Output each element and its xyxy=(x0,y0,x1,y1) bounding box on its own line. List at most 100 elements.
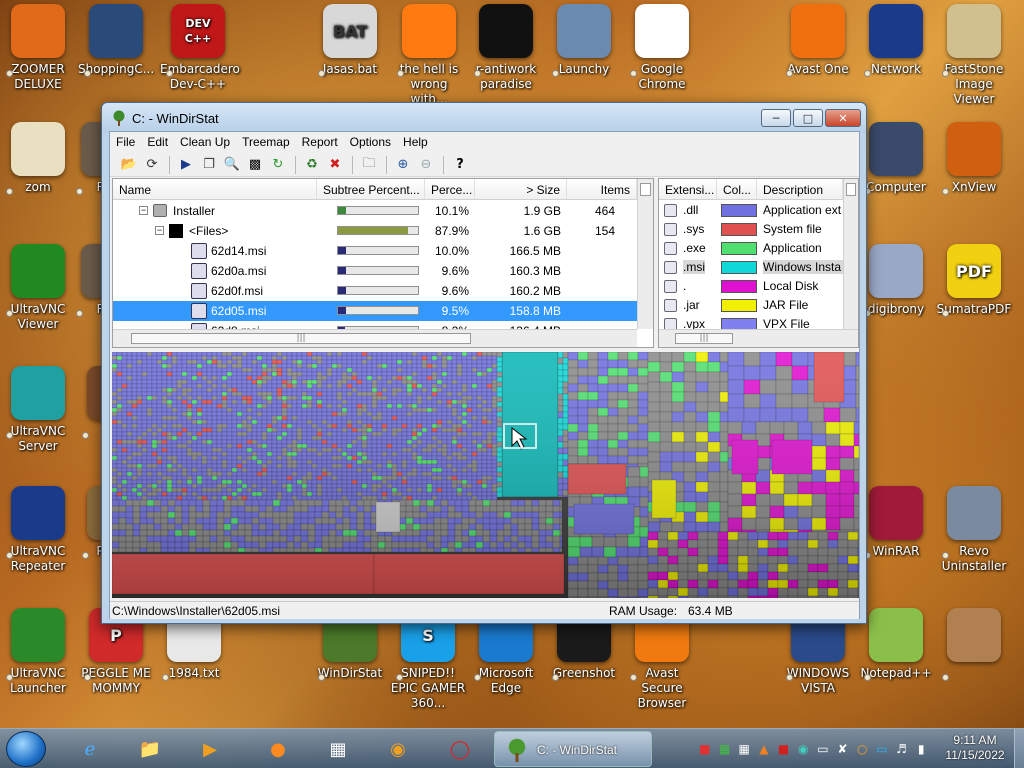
treemap-tile[interactable] xyxy=(376,403,383,409)
treemap-tile[interactable] xyxy=(461,505,470,513)
treemap-tile[interactable] xyxy=(341,475,348,481)
treemap-tile[interactable] xyxy=(226,451,233,457)
treemap-tile[interactable] xyxy=(695,391,709,403)
treemap-tile[interactable] xyxy=(421,439,428,445)
treemap-tile[interactable] xyxy=(161,387,168,393)
treemap-tile[interactable] xyxy=(466,419,473,425)
treemap-tile[interactable] xyxy=(719,481,729,493)
treemap-tile[interactable] xyxy=(146,495,153,501)
treemap-tile[interactable] xyxy=(236,431,243,437)
treemap-tile[interactable] xyxy=(524,517,533,525)
treemap-tile[interactable] xyxy=(707,539,719,549)
treemap-tile[interactable] xyxy=(837,539,849,549)
treemap-tile[interactable] xyxy=(271,471,278,477)
treemap-tile[interactable] xyxy=(391,367,398,373)
treemap-tile[interactable] xyxy=(336,491,343,497)
treemap-tile[interactable] xyxy=(371,463,378,469)
treemap-tile[interactable] xyxy=(562,399,569,407)
treemap-tile[interactable] xyxy=(361,423,368,429)
treemap-tile[interactable] xyxy=(486,467,493,473)
treemap-tile[interactable] xyxy=(361,411,368,417)
treemap-tile[interactable] xyxy=(293,499,302,507)
treemap-tile[interactable] xyxy=(517,517,526,525)
treemap-tile[interactable] xyxy=(503,505,512,513)
treemap-tile[interactable] xyxy=(341,399,348,405)
treemap-tile[interactable] xyxy=(481,395,488,401)
treemap-tile[interactable] xyxy=(421,495,428,501)
treemap-tile[interactable] xyxy=(491,443,498,449)
treemap-tile[interactable] xyxy=(314,523,323,531)
treemap-tile[interactable] xyxy=(216,495,223,501)
treemap-tile[interactable] xyxy=(291,403,298,409)
column-header-subtree-percent[interactable]: Subtree Percent... xyxy=(317,179,425,200)
treemap-tile[interactable] xyxy=(747,587,759,597)
treemap-tile[interactable] xyxy=(401,459,408,465)
treemap-tile[interactable] xyxy=(223,511,232,519)
treemap-tile[interactable] xyxy=(657,555,669,565)
treemap-tile[interactable] xyxy=(411,491,418,497)
treemap-tile[interactable] xyxy=(276,463,283,469)
treemap-tile[interactable] xyxy=(231,435,238,441)
treemap-tile[interactable] xyxy=(853,529,859,533)
treemap-tile[interactable] xyxy=(476,463,483,469)
treemap-tile[interactable] xyxy=(161,491,168,497)
treemap-tile[interactable] xyxy=(296,431,303,437)
treemap-tile[interactable] xyxy=(286,487,293,493)
treemap-tile[interactable] xyxy=(482,499,491,507)
treemap-tile[interactable] xyxy=(181,487,188,493)
treemap-tile[interactable] xyxy=(783,529,799,533)
treemap-tile[interactable] xyxy=(211,439,218,445)
treemap-tile[interactable] xyxy=(161,415,168,421)
treemap-tile[interactable] xyxy=(356,505,365,513)
treemap-tile[interactable] xyxy=(371,355,378,361)
treemap-tile[interactable] xyxy=(743,407,761,423)
treemap-tile[interactable] xyxy=(316,399,323,405)
treemap-tile[interactable] xyxy=(151,443,158,449)
treemap-tile[interactable] xyxy=(316,363,323,369)
treemap-tile[interactable] xyxy=(186,495,193,501)
treemap-tile[interactable] xyxy=(807,579,819,589)
treemap-tile[interactable] xyxy=(261,387,268,393)
treemap-tile[interactable] xyxy=(146,471,153,477)
treemap-tile[interactable] xyxy=(291,455,298,461)
treemap-tile[interactable] xyxy=(381,487,388,493)
treemap-tile[interactable] xyxy=(677,587,689,597)
treemap-tile[interactable] xyxy=(476,427,483,433)
treemap-tile[interactable] xyxy=(416,491,423,497)
treemap-tile[interactable] xyxy=(196,455,203,461)
treemap-tile[interactable] xyxy=(396,483,403,489)
treemap-tile[interactable] xyxy=(186,483,193,489)
treemap-tile[interactable] xyxy=(481,399,488,405)
treemap-tile[interactable] xyxy=(231,399,238,405)
treemap-tile[interactable] xyxy=(211,391,218,397)
treemap-tile[interactable] xyxy=(391,459,398,465)
treemap-tile[interactable] xyxy=(266,367,273,373)
treemap-tile[interactable] xyxy=(156,491,163,497)
treemap-tile[interactable] xyxy=(717,579,729,589)
treemap-tile[interactable] xyxy=(201,495,208,501)
treemap-tile[interactable] xyxy=(376,443,383,449)
treemap-tile[interactable] xyxy=(161,443,168,449)
treemap-tile[interactable] xyxy=(246,387,253,393)
treemap-tile[interactable] xyxy=(266,483,273,489)
treemap-tile[interactable] xyxy=(436,463,443,469)
treemap-tile[interactable] xyxy=(797,505,813,519)
treemap-tile[interactable] xyxy=(486,352,493,357)
treemap-tile[interactable] xyxy=(161,395,168,401)
treemap-tile[interactable] xyxy=(446,427,453,433)
treemap-tile[interactable] xyxy=(174,523,183,531)
treemap-tile[interactable] xyxy=(366,379,373,385)
treemap-tile[interactable] xyxy=(577,447,589,457)
treemap-tile[interactable] xyxy=(441,427,448,433)
treemap-tile[interactable] xyxy=(567,596,579,598)
treemap-tile[interactable] xyxy=(112,491,118,497)
treemap-tile[interactable] xyxy=(524,529,533,537)
treemap-tile[interactable] xyxy=(719,511,729,523)
treemap-tile[interactable] xyxy=(306,475,313,481)
network-tray-icon[interactable]: ▦ xyxy=(736,741,752,757)
treemap-tile[interactable] xyxy=(356,379,363,385)
treemap-tile[interactable] xyxy=(271,431,278,437)
treemap-tile[interactable] xyxy=(167,505,176,513)
treemap-tile[interactable] xyxy=(331,383,338,389)
treemap-tile[interactable] xyxy=(326,355,333,361)
